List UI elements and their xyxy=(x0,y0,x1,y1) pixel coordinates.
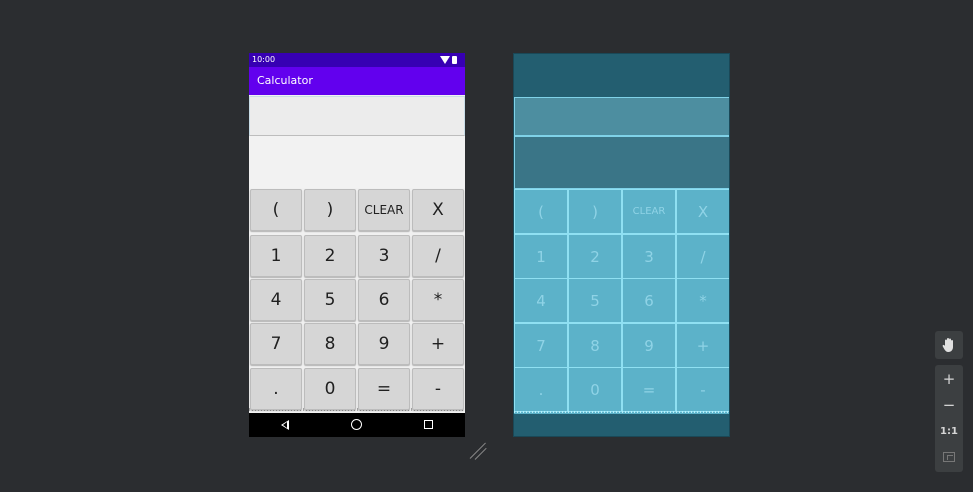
app-bar: Calculator xyxy=(249,67,465,95)
blueprint-key[interactable]: 4 xyxy=(514,278,568,323)
key-button[interactable]: 7 xyxy=(250,323,302,365)
battery-icon xyxy=(452,56,457,64)
navigation-bar xyxy=(249,413,465,437)
hand-icon xyxy=(942,338,953,352)
result-display[interactable] xyxy=(249,136,465,187)
blueprint-overflow-indicator xyxy=(514,411,729,413)
blueprint-key[interactable]: 9 xyxy=(622,323,676,368)
zoom-controls: + − 1:1 xyxy=(935,365,963,472)
key-button[interactable]: 3 xyxy=(358,235,410,277)
expression-display[interactable] xyxy=(249,96,465,136)
blueprint-key[interactable]: / xyxy=(676,234,729,279)
blueprint-key[interactable]: - xyxy=(676,367,729,412)
blueprint-key[interactable]: X xyxy=(676,189,729,234)
fit-screen-icon xyxy=(943,452,955,462)
blueprint-key[interactable]: 3 xyxy=(622,234,676,279)
fit-screen-button[interactable] xyxy=(935,446,963,468)
key-button[interactable]: 8 xyxy=(304,323,356,365)
blueprint-key[interactable]: = xyxy=(622,367,676,412)
key-button[interactable]: X xyxy=(412,189,464,231)
blueprint-key[interactable]: ( xyxy=(514,189,568,234)
blueprint-expression-display[interactable] xyxy=(514,97,729,136)
key-button[interactable]: / xyxy=(412,235,464,277)
status-bar: 10:00 xyxy=(249,53,465,67)
blueprint-key[interactable]: 0 xyxy=(568,367,622,412)
blueprint-key[interactable]: ) xyxy=(568,189,622,234)
blueprint-key[interactable]: 1 xyxy=(514,234,568,279)
blueprint-key[interactable]: . xyxy=(514,367,568,412)
key-button[interactable]: ) xyxy=(304,189,356,231)
key-button[interactable]: 6 xyxy=(358,279,410,321)
key-button[interactable]: 9 xyxy=(358,323,410,365)
blueprint-keypad: () CLEAR X 1 2 3/ 4 5 6 * 7 8 9 +. 0 = - xyxy=(514,189,729,414)
key-button[interactable]: 5 xyxy=(304,279,356,321)
blueprint-key[interactable]: 8 xyxy=(568,323,622,368)
resize-handle-icon[interactable] xyxy=(468,440,488,460)
key-button[interactable]: + xyxy=(412,323,464,365)
keypad: () CLEAR X 1 2 3/ 4 5 6 * 7 8 9 +. 0 = - xyxy=(249,188,465,411)
key-button[interactable]: CLEAR xyxy=(358,189,410,231)
recent-apps-icon[interactable] xyxy=(424,420,433,429)
home-icon[interactable] xyxy=(351,419,362,430)
key-button[interactable]: 4 xyxy=(250,279,302,321)
pan-button[interactable] xyxy=(935,331,963,359)
key-button[interactable]: 2 xyxy=(304,235,356,277)
blueprint-key[interactable]: + xyxy=(676,323,729,368)
blueprint-key[interactable]: * xyxy=(676,278,729,323)
blueprint-key[interactable]: CLEAR xyxy=(622,189,676,234)
blueprint-result-display[interactable] xyxy=(514,136,729,189)
blueprint-key[interactable]: 5 xyxy=(568,278,622,323)
key-button[interactable]: * xyxy=(412,279,464,321)
key-button[interactable]: . xyxy=(250,368,302,410)
design-preview[interactable]: 10:00 Calculator () CLEAR X 1 2 3/ 4 5 6 * 7 8 9 +. 0 =… xyxy=(249,53,465,437)
blueprint-key[interactable]: 7 xyxy=(514,323,568,368)
actual-size-button[interactable]: 1:1 xyxy=(935,420,963,442)
blueprint-key[interactable]: 6 xyxy=(622,278,676,323)
key-button[interactable]: 0 xyxy=(304,368,356,410)
blueprint-preview[interactable]: () CLEAR X 1 2 3/ 4 5 6 * 7 8 9 +. 0 = - xyxy=(513,53,730,437)
wifi-icon xyxy=(440,56,450,64)
key-button[interactable]: ( xyxy=(250,189,302,231)
back-icon[interactable] xyxy=(281,420,289,430)
status-time: 10:00 xyxy=(252,55,276,64)
blueprint-key[interactable]: 2 xyxy=(568,234,622,279)
key-button[interactable]: = xyxy=(358,368,410,410)
key-button[interactable]: - xyxy=(412,368,464,410)
app-title: Calculator xyxy=(257,74,313,87)
zoom-in-button[interactable]: + xyxy=(935,368,963,390)
key-button[interactable]: 1 xyxy=(250,235,302,277)
zoom-out-button[interactable]: − xyxy=(935,394,963,416)
status-icons xyxy=(440,56,460,64)
